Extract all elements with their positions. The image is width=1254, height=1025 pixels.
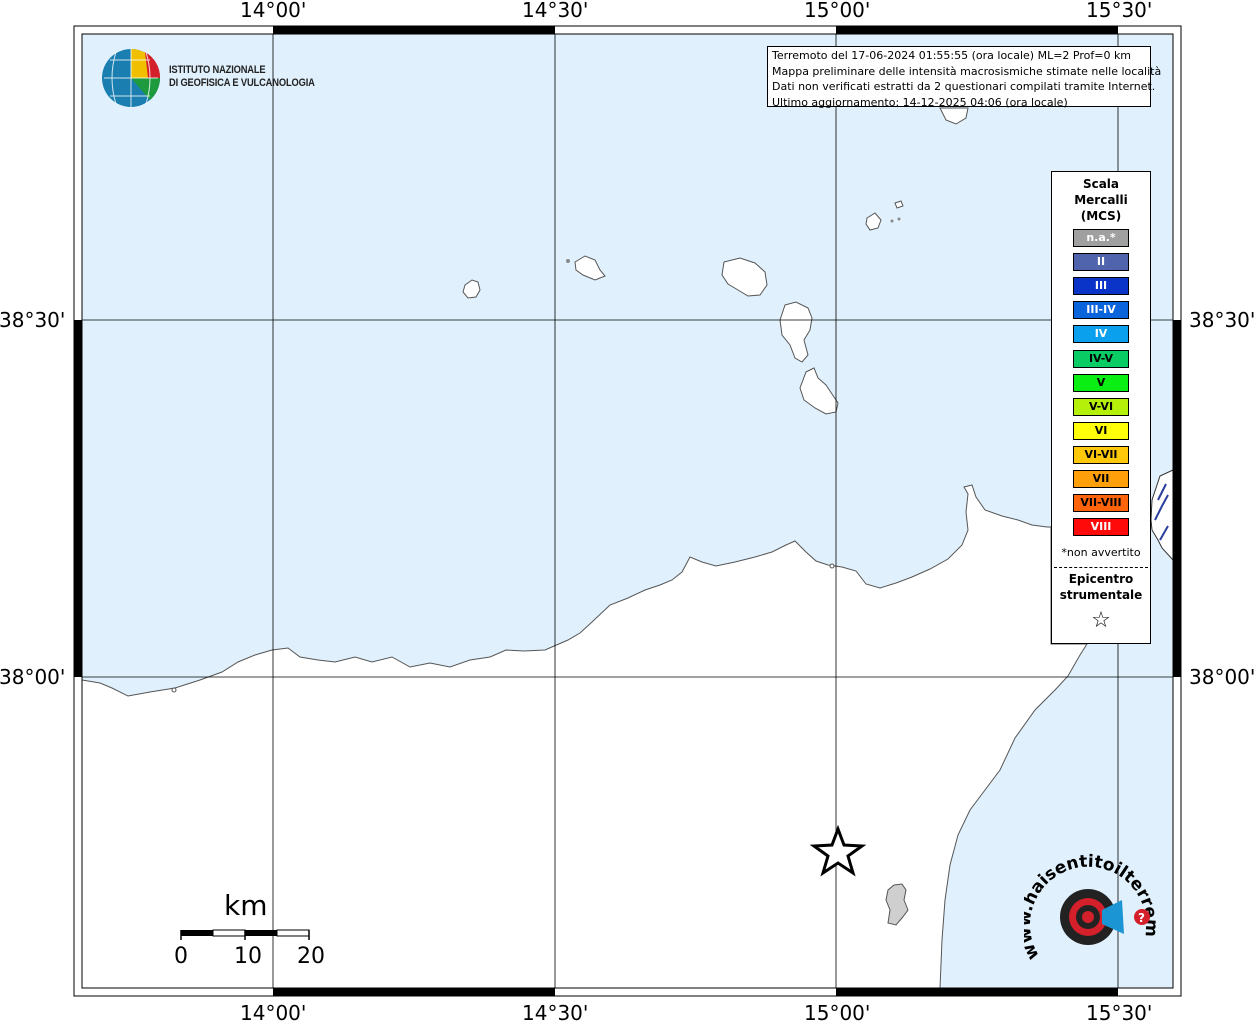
star-outline-icon: ☆ xyxy=(1091,608,1111,633)
info-line: Mappa preliminare delle intensità macros… xyxy=(772,64,1162,78)
info-line: Dati non verificati estratti da 2 questi… xyxy=(772,80,1156,93)
info-line: Ultimo aggiornamento: 14-12-2025 04:06 (… xyxy=(772,95,1068,109)
lat-label-left: 38°30' xyxy=(0,308,66,332)
legend-item: II xyxy=(1073,253,1129,272)
lon-label-bottom: 15°00' xyxy=(804,1001,871,1025)
svg-text:?: ? xyxy=(1138,911,1145,925)
scale-label: 20 xyxy=(297,944,325,969)
legend-item: VI-VII xyxy=(1073,445,1129,464)
legend-title-line: Mercalli xyxy=(1074,193,1128,207)
lon-label-bottom: 14°00' xyxy=(240,1001,307,1025)
legend-item: IV xyxy=(1073,325,1129,344)
legend-divider xyxy=(1054,567,1148,568)
info-line: Terremoto del 17-06-2024 01:55:55 (ora l… xyxy=(772,49,1132,62)
legend-item: VII xyxy=(1073,470,1129,488)
event-info-box: Terremoto del 17-06-2024 01:55:55 (ora l… xyxy=(767,46,1162,109)
legend-item: VII-VIII xyxy=(1073,494,1129,513)
lon-label-top: 14°30' xyxy=(522,0,589,22)
mcs-legend: Scala Mercalli (MCS) n.a.* II III III-IV IV I… xyxy=(1051,171,1151,644)
lon-label-top: 15°00' xyxy=(804,0,871,22)
legend-item: n.a.* xyxy=(1073,229,1129,247)
legend-title-line: Scala xyxy=(1082,177,1120,191)
ingv-globe-icon xyxy=(102,49,161,107)
legend-item: V-VI xyxy=(1073,397,1129,416)
legend-note: *non avvertito xyxy=(1061,546,1141,559)
legend-item: III xyxy=(1073,277,1129,296)
legend-item: III-IV xyxy=(1073,301,1129,320)
lat-label-left: 38°00' xyxy=(0,665,66,689)
lat-label-right: 38°30' xyxy=(1189,308,1254,332)
legend-epicenter-label: Epicentro strumentale xyxy=(1052,571,1150,603)
haisentito-badge[interactable]: www.haisentitoilterremoto.it ? xyxy=(1024,850,1164,980)
islet xyxy=(890,219,894,223)
scale-label: 10 xyxy=(234,944,262,969)
ingv-logo-text: ISTITUTO NAZIONALE DI GEOFISICA E VULCAN… xyxy=(169,64,315,90)
lat-label-right: 38°00' xyxy=(1189,665,1254,689)
islet xyxy=(566,259,570,263)
scale-label: 0 xyxy=(174,944,188,969)
logo-line: ISTITUTO NAZIONALE xyxy=(169,64,266,76)
scale-unit: km xyxy=(224,889,268,922)
islet xyxy=(171,687,177,693)
lon-label-bottom: 14°30' xyxy=(522,1001,589,1025)
legend-item: VIII xyxy=(1073,518,1129,537)
logo-line: DI GEOFISICA E VULCANOLOGIA xyxy=(169,77,315,89)
legend-item: VI xyxy=(1073,421,1129,440)
legend-epicenter-line: Epicentro xyxy=(1068,572,1134,586)
legend-item: IV-V xyxy=(1073,349,1129,368)
lon-label-top: 15°30' xyxy=(1086,0,1153,22)
lon-label-top: 14°00' xyxy=(240,0,307,22)
islet xyxy=(897,217,901,221)
legend-title: Scala Mercalli (MCS) xyxy=(1052,176,1150,224)
legend-item: V xyxy=(1073,373,1129,392)
legend-epicenter-line: strumentale xyxy=(1059,588,1143,602)
legend-title-line: (MCS) xyxy=(1080,209,1122,223)
islet xyxy=(829,563,835,569)
lon-label-bottom: 15°30' xyxy=(1086,1001,1153,1025)
